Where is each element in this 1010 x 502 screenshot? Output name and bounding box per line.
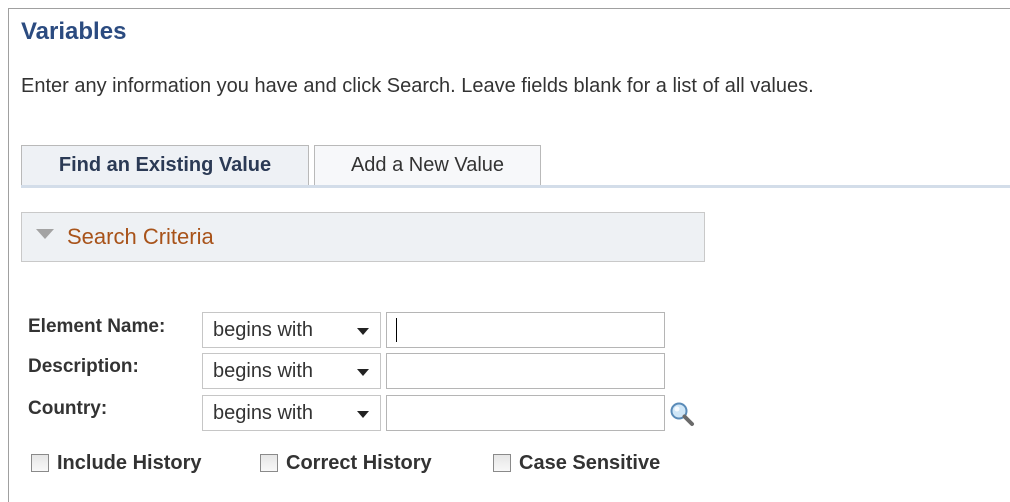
checkbox-label: Include History: [57, 451, 202, 474]
country-input[interactable]: [386, 395, 665, 431]
element-name-label: Element Name:: [28, 316, 166, 337]
operator-value: begins with: [213, 401, 314, 424]
search-criteria-label: Search Criteria: [67, 224, 214, 249]
expand-triangle-icon[interactable]: [36, 229, 54, 239]
checkbox-label: Correct History: [286, 451, 432, 474]
country-label: Country:: [28, 398, 108, 419]
tab-underline: [21, 185, 1010, 188]
description-input[interactable]: [386, 353, 665, 389]
search-criteria-header[interactable]: Search Criteria: [21, 212, 705, 262]
chevron-down-icon: [357, 411, 369, 418]
description-operator-select[interactable]: begins with: [202, 353, 381, 389]
operator-value: begins with: [213, 318, 314, 341]
checkbox-box[interactable]: [31, 454, 49, 472]
text-cursor: [396, 318, 397, 342]
description-label: Description:: [28, 356, 139, 377]
tab-add-new-value[interactable]: Add a New Value: [314, 145, 541, 185]
chevron-down-icon: [357, 328, 369, 335]
checkbox-box[interactable]: [260, 454, 278, 472]
element-name-operator-select[interactable]: begins with: [202, 312, 381, 348]
tab-find-existing-value[interactable]: Find an Existing Value: [21, 145, 309, 185]
include-history-checkbox[interactable]: Include History: [31, 449, 201, 477]
checkbox-label: Case Sensitive: [519, 451, 661, 474]
case-sensitive-checkbox[interactable]: Case Sensitive: [493, 449, 660, 477]
checkbox-box[interactable]: [493, 454, 511, 472]
tab-label: Find an Existing Value: [58, 154, 272, 176]
tab-label: Add a New Value: [350, 154, 505, 176]
element-name-input[interactable]: [386, 312, 665, 348]
country-operator-select[interactable]: begins with: [202, 395, 381, 431]
search-instructions: Enter any information you have and click…: [21, 75, 814, 97]
page-title: Variables: [21, 18, 127, 45]
magnifier-icon[interactable]: [668, 400, 696, 428]
operator-value: begins with: [213, 359, 314, 382]
chevron-down-icon: [357, 369, 369, 376]
correct-history-checkbox[interactable]: Correct History: [260, 449, 432, 477]
